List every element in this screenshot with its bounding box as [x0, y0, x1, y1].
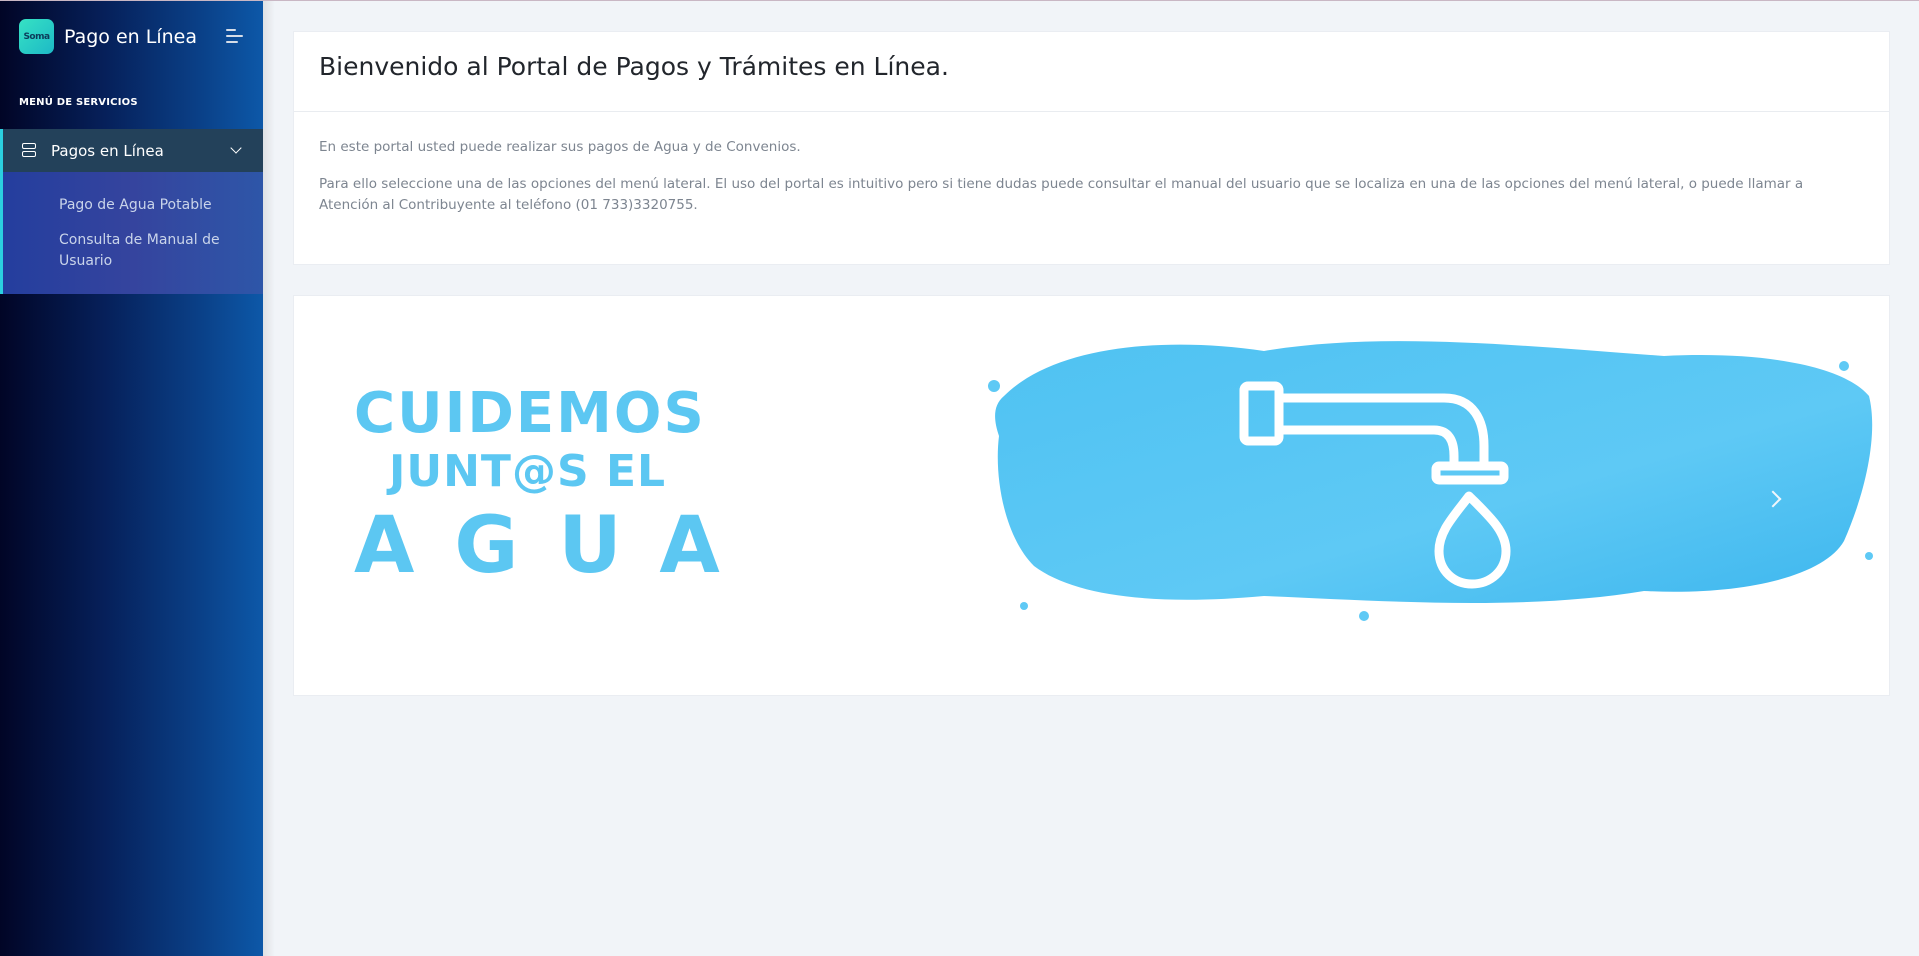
sidebar-item-pagos-en-linea[interactable]: Pagos en Línea — [0, 129, 263, 172]
banner-line-3: AGUA — [354, 501, 760, 591]
page-title: Bienvenido al Portal de Pagos y Trámites… — [319, 52, 949, 81]
sidebar-item-label: Pagos en Línea — [51, 141, 164, 160]
sidebar: Soma Pago en Línea MENÚ DE SERVICIOS Pag… — [0, 0, 263, 956]
welcome-paragraph-1: En este portal usted puede realizar sus … — [319, 139, 801, 155]
welcome-paragraph-2: Para ello seleccione una de las opciones… — [319, 176, 1804, 213]
banner-line-2: JUNT@S EL — [389, 446, 667, 497]
app-logo: Soma — [19, 19, 54, 54]
sidebar-subitem-pago-agua[interactable]: Pago de Agua Potable — [59, 195, 212, 216]
brand[interactable]: Soma Pago en Línea — [19, 19, 197, 54]
submenu: Pago de Agua Potable Consulta de Manual … — [0, 172, 263, 294]
server-icon — [22, 142, 38, 159]
welcome-card: Bienvenido al Portal de Pagos y Trámites… — [293, 31, 1890, 265]
faucet-splash-image — [988, 341, 1873, 621]
sidebar-subitem-manual-usuario[interactable]: Consulta de Manual de Usuario — [59, 230, 229, 272]
carousel-next-icon[interactable] — [1761, 485, 1791, 515]
chevron-down-icon — [230, 142, 242, 154]
menu-heading: MENÚ DE SERVICIOS — [19, 97, 138, 108]
menu-toggle-icon[interactable] — [226, 27, 244, 45]
top-border — [0, 0, 1919, 1]
banner-carousel: CUIDEMOS JUNT@S EL AGUA — [293, 295, 1890, 696]
app-title: Pago en Línea — [64, 25, 197, 48]
welcome-card-body: En este portal usted puede realizar sus … — [294, 112, 1889, 216]
welcome-card-header: Bienvenido al Portal de Pagos y Trámites… — [294, 32, 1889, 112]
banner-line-1: CUIDEMOS — [354, 381, 706, 446]
content-shadow — [263, 0, 275, 956]
